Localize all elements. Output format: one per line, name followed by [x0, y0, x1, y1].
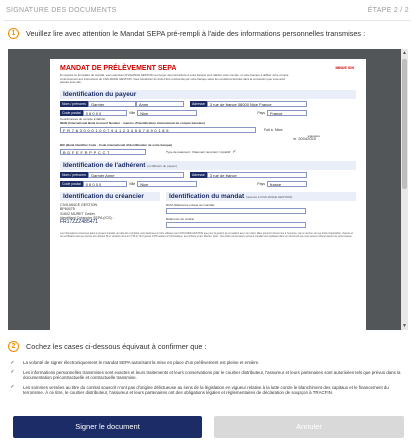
creditor-section-heading: Identification du créancier: [60, 191, 160, 201]
adherent-address: 3 rue de france: [206, 171, 307, 178]
check-icon[interactable]: ✓: [10, 360, 15, 366]
payer-address: 3 rue de france 06000 Nice France: [206, 100, 307, 107]
ics-value: FR17ZZZ485471: [60, 219, 99, 226]
rum-box: [166, 207, 306, 214]
step-1-row: 1 Veuillez lire avec attention le Mandat…: [8, 28, 365, 39]
bic-label: BIC (Bank Identifier Code - Code interna…: [60, 142, 173, 147]
checkmark-icon: ✓: [232, 148, 237, 155]
adherent-section-heading: Identification de l'adhérent (si différe…: [60, 160, 356, 170]
mandate-section-heading: Identification du mandat (réservé à CIVI…: [166, 191, 356, 201]
payer-country: France: [267, 109, 308, 116]
divider: [4, 20, 411, 21]
mandate-intro: En signant ce formulaire de mandat, vous…: [60, 73, 289, 85]
confirm-item-text: Les informations personnelles transmises…: [23, 369, 401, 381]
step-indicator: ÉTAPE 2 / 2: [367, 7, 409, 14]
top-bar: SIGNATURE DES DOCUMENTS ÉTAPE 2 / 2: [0, 0, 415, 22]
payer-name-label: Nom / prénoms: [60, 100, 88, 107]
adherent-fields: Nom / prénoms Garnier Anne Adresse 3 rue…: [60, 171, 356, 188]
adherent-cp-label: Code postal: [60, 180, 83, 187]
rum-label: RUM (Référence unique du mandat): [166, 202, 215, 207]
confirm-item-text: Les sommes versées au titre du contrat s…: [23, 384, 389, 396]
adherent-cp: 0 6 0 0 0: [82, 180, 127, 187]
bic-value: B D F E F R P P C C T: [60, 148, 146, 155]
adherent-city-label: Ville: [128, 181, 136, 186]
cancel-button[interactable]: Annuler: [214, 416, 404, 438]
le-label: le: [293, 136, 297, 141]
check-icon[interactable]: ✓: [10, 370, 15, 375]
adherent-country: france: [267, 180, 308, 187]
iban-label: IBAN (International Bank Account Number …: [60, 120, 205, 125]
step-2-badge: 2: [8, 341, 19, 352]
confirm-item-text: La volonté de signer électroniquement le…: [23, 360, 260, 365]
scrollbar-thumb[interactable]: [402, 59, 407, 189]
adherent-name-label: Nom / prénoms: [60, 171, 88, 178]
scroll-down-arrow-icon[interactable]: ▼: [401, 323, 408, 329]
creditor-mandate-row: Identification du créancier CIVILIANCE G…: [60, 191, 356, 228]
payer-cp-label: Code postal: [60, 109, 83, 116]
contract-ref-label: Référence du contrat: [166, 216, 195, 221]
adherent-country-label: Pays: [257, 181, 266, 186]
scroll-up-arrow-icon[interactable]: ▲: [401, 50, 408, 56]
page-title: SIGNATURE DES DOCUMENTS: [6, 7, 117, 14]
legal-notice: Les informations contenues dans le prése…: [60, 231, 353, 238]
step-1-instruction: Veuillez lire avec attention le Mandat S…: [26, 29, 366, 38]
payer-section-heading: Identification du payeur: [60, 89, 356, 99]
fait-a-value: Nice: [274, 127, 283, 133]
adherent-city: Nice: [137, 180, 198, 187]
fait-a-label: Fait à: [264, 127, 273, 132]
viewer-scrollbar[interactable]: ▲ ▼: [401, 49, 408, 330]
payer-country-label: Pays: [257, 110, 266, 115]
payer-address-label: Adresse: [189, 100, 207, 107]
adherent-name: Garnier Anne: [87, 171, 184, 178]
step-2-row: 2 Cochez les cases ci-dessous équivaut à…: [8, 341, 206, 352]
signature-label: signature: [307, 133, 320, 138]
adherent-address-label: Adresse: [189, 171, 207, 178]
mandate-ref: IMNUE ION: [335, 66, 354, 70]
payment-type: Type de paiement : Paiement récurrent / …: [166, 149, 231, 154]
check-icon[interactable]: ✓: [10, 385, 15, 390]
mandate-title: MANDAT DE PRÉLÈVEMENT SEPA: [60, 65, 177, 72]
sepa-mandate-page: MANDAT DE PRÉLÈVEMENT SEPA IMNUE ION En …: [50, 59, 366, 330]
step-1-badge: 1: [8, 28, 19, 39]
iban-value: F R 7 6 3 0 0 0 1 0 0 7 9 4 1 2 3 4 5 6 …: [60, 126, 256, 133]
confirm-item-1[interactable]: ✓ La volonté de signer électroniquement …: [10, 360, 410, 366]
payer-city-label: Ville: [128, 110, 136, 115]
document-viewer[interactable]: MANDAT DE PRÉLÈVEMENT SEPA IMNUE ION En …: [8, 49, 408, 330]
payer-fields: Nom / prénoms Garnier Anne Adresse 3 rue…: [60, 100, 356, 156]
payer-firstname: Anne: [135, 100, 184, 107]
contract-ref-box: [166, 221, 306, 228]
confirm-item-2[interactable]: ✓ Les informations personnelles transmis…: [10, 370, 410, 381]
step-2-instruction: Cochez les cases ci-dessous équivaut à c…: [26, 342, 207, 351]
confirmation-checklist: ✓ La volonté de signer électroniquement …: [10, 360, 410, 400]
payer-cp: 0 6 0 0 0: [82, 109, 127, 116]
sign-document-button[interactable]: Signer le document: [13, 416, 202, 438]
payer-lastname: Garnier: [87, 100, 136, 107]
confirm-item-3[interactable]: ✓ Les sommes versées au titre du contrat…: [10, 385, 410, 396]
payer-city: Nice: [137, 109, 198, 116]
